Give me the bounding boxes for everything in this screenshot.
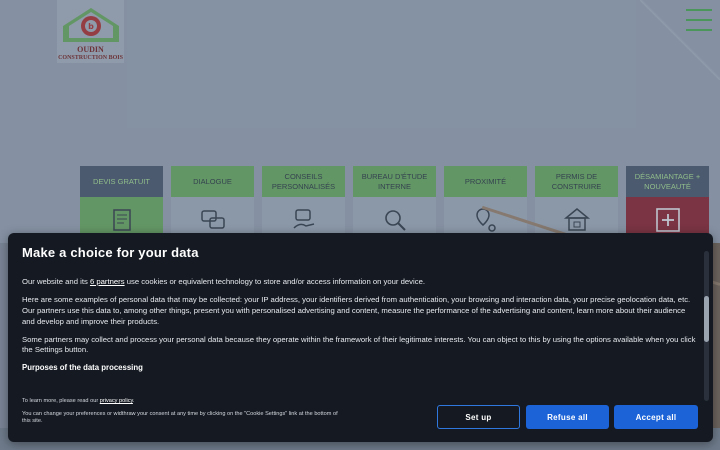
consent-scrollbar[interactable] [704, 251, 709, 401]
cookie-consent-dialog: Make a choice for your data Our website … [8, 233, 713, 442]
p1-text-after: use cookies or equivalent technology to … [124, 277, 425, 286]
foot1-before: To learn more, please read our [22, 398, 100, 404]
consent-paragraph-4: Some partners may collect and process yo… [22, 334, 696, 355]
consent-paragraph-1: Our website and its 6 partners use cooki… [22, 277, 699, 287]
scrollbar-thumb[interactable] [704, 296, 709, 342]
refuse-all-button[interactable]: Refuse all [526, 405, 609, 429]
foot1-after: . [132, 398, 135, 404]
p1-text-before: Our website and its [22, 277, 90, 286]
purposes-heading[interactable]: Purposes of the data processing [22, 363, 699, 372]
preferences-note: You can change your preferences or width… [22, 410, 338, 425]
accept-all-button[interactable]: Accept all [614, 405, 698, 429]
consent-title: Make a choice for your data [22, 245, 199, 260]
consent-scroll-area[interactable]: Make a choice for your data Our website … [22, 245, 699, 397]
privacy-policy-link[interactable]: privacy policy [100, 398, 133, 404]
set-up-button[interactable]: Set up [437, 405, 520, 429]
consent-footer-text: To learn more, please read our privacy p… [22, 398, 342, 426]
consent-paragraph-3: Our partners use this data to, among oth… [22, 306, 686, 326]
privacy-line: To learn more, please read our privacy p… [22, 398, 342, 406]
consent-paragraph-2: Here are some examples of personal data … [22, 295, 691, 305]
partners-link[interactable]: 6 partners [90, 277, 125, 286]
